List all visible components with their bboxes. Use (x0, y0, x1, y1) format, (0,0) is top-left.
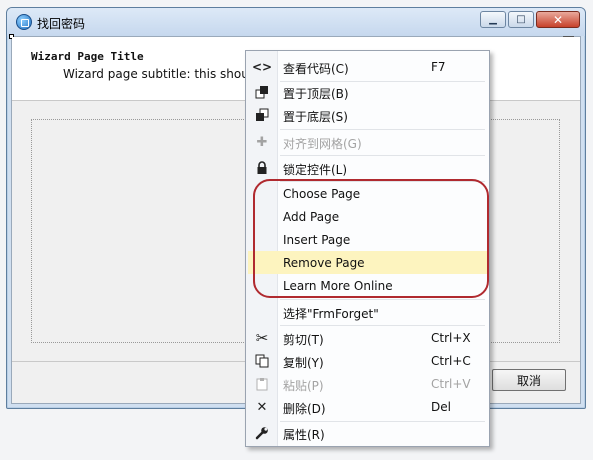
menu-item-align-to-grid[interactable]: ✚ 对齐到网格(G) (248, 130, 487, 153)
menu-item-label: Remove Page (283, 256, 365, 270)
menu-item-label: 复制(Y) (283, 356, 324, 370)
menu-item-label: Insert Page (283, 233, 351, 247)
menu-item-choose-page[interactable]: Choose Page (248, 182, 487, 205)
window-title: 找回密码 (37, 17, 86, 31)
menu-item-bring-to-front[interactable]: 置于顶层(B) (248, 80, 487, 103)
minimize-button[interactable]: ▁ (480, 11, 506, 28)
menu-item-label: 删除(D) (283, 402, 326, 416)
menu-item-shortcut: F7 (431, 60, 446, 74)
menu-item-label: 锁定控件(L) (283, 163, 348, 177)
menu-item-remove-page[interactable]: Remove Page (248, 251, 487, 274)
lock-icon (254, 160, 270, 176)
align-grid-icon: ✚ (256, 134, 268, 150)
menu-item-shortcut: Ctrl+C (431, 354, 471, 368)
wrench-icon (254, 425, 270, 441)
menu-item-lock-controls[interactable]: 锁定控件(L) (248, 156, 487, 179)
menu-item-label: 置于底层(S) (283, 110, 348, 124)
menu-item-shortcut: Ctrl+V (431, 377, 471, 391)
menu-item-properties[interactable]: 属性(R) (248, 421, 487, 444)
menu-item-paste[interactable]: 粘贴(P) Ctrl+V (248, 372, 487, 395)
caption-buttons: ▁ □ ✕ (480, 11, 580, 28)
close-button[interactable]: ✕ (536, 11, 580, 28)
menu-item-label: 查看代码(C) (283, 62, 349, 76)
menu-item-send-to-back[interactable]: 置于底层(S) (248, 103, 487, 126)
paste-icon (254, 376, 270, 392)
title-bar[interactable]: 找回密码 ▁ □ ✕ (7, 8, 585, 36)
minimize-icon: ▁ (489, 14, 497, 25)
context-menu: <> 查看代码(C) F7 置于顶层(B) 置于底层(S) ✚ 对齐到网格(G)… (245, 50, 490, 447)
menu-item-select-form[interactable]: 选择"FrmForget" (248, 300, 487, 323)
app-icon (16, 14, 32, 30)
menu-item-cut[interactable]: ✂ 剪切(T) Ctrl+X (248, 326, 487, 349)
menu-item-label: Learn More Online (283, 279, 393, 293)
cut-icon: ✂ (255, 329, 269, 347)
cancel-button[interactable]: 取消 (492, 369, 566, 391)
menu-item-label: 属性(R) (283, 428, 325, 442)
maximize-button[interactable]: □ (508, 11, 534, 28)
wizard-page-title: Wizard Page Title (31, 50, 144, 63)
menu-item-insert-page[interactable]: Insert Page (248, 228, 487, 251)
close-icon: ✕ (552, 12, 564, 27)
menu-item-label: 置于顶层(B) (283, 87, 349, 101)
menu-item-label: Choose Page (283, 187, 361, 201)
copy-icon (254, 353, 270, 369)
menu-item-label: 选择"FrmForget" (283, 307, 379, 321)
menu-item-label: 剪切(T) (283, 333, 324, 347)
menu-item-copy[interactable]: 复制(Y) Ctrl+C (248, 349, 487, 372)
bring-to-front-icon (254, 84, 270, 100)
code-icon: <> (251, 60, 273, 74)
menu-item-shortcut: Ctrl+X (431, 331, 471, 345)
menu-item-add-page[interactable]: Add Page (248, 205, 487, 228)
menu-item-label: 对齐到网格(G) (283, 137, 362, 151)
menu-item-label: 粘贴(P) (283, 379, 324, 393)
menu-item-learn-more-online[interactable]: Learn More Online (248, 274, 487, 297)
send-to-back-icon (254, 107, 270, 123)
wizard-page-subtitle: Wizard page subtitle: this should have (63, 67, 246, 81)
menu-item-view-code[interactable]: <> 查看代码(C) F7 (248, 55, 487, 78)
delete-icon: ✕ (256, 399, 268, 415)
menu-item-delete[interactable]: ✕ 删除(D) Del (248, 395, 487, 418)
maximize-icon: □ (516, 14, 526, 25)
menu-item-shortcut: Del (431, 400, 451, 414)
menu-item-label: Add Page (283, 210, 340, 224)
